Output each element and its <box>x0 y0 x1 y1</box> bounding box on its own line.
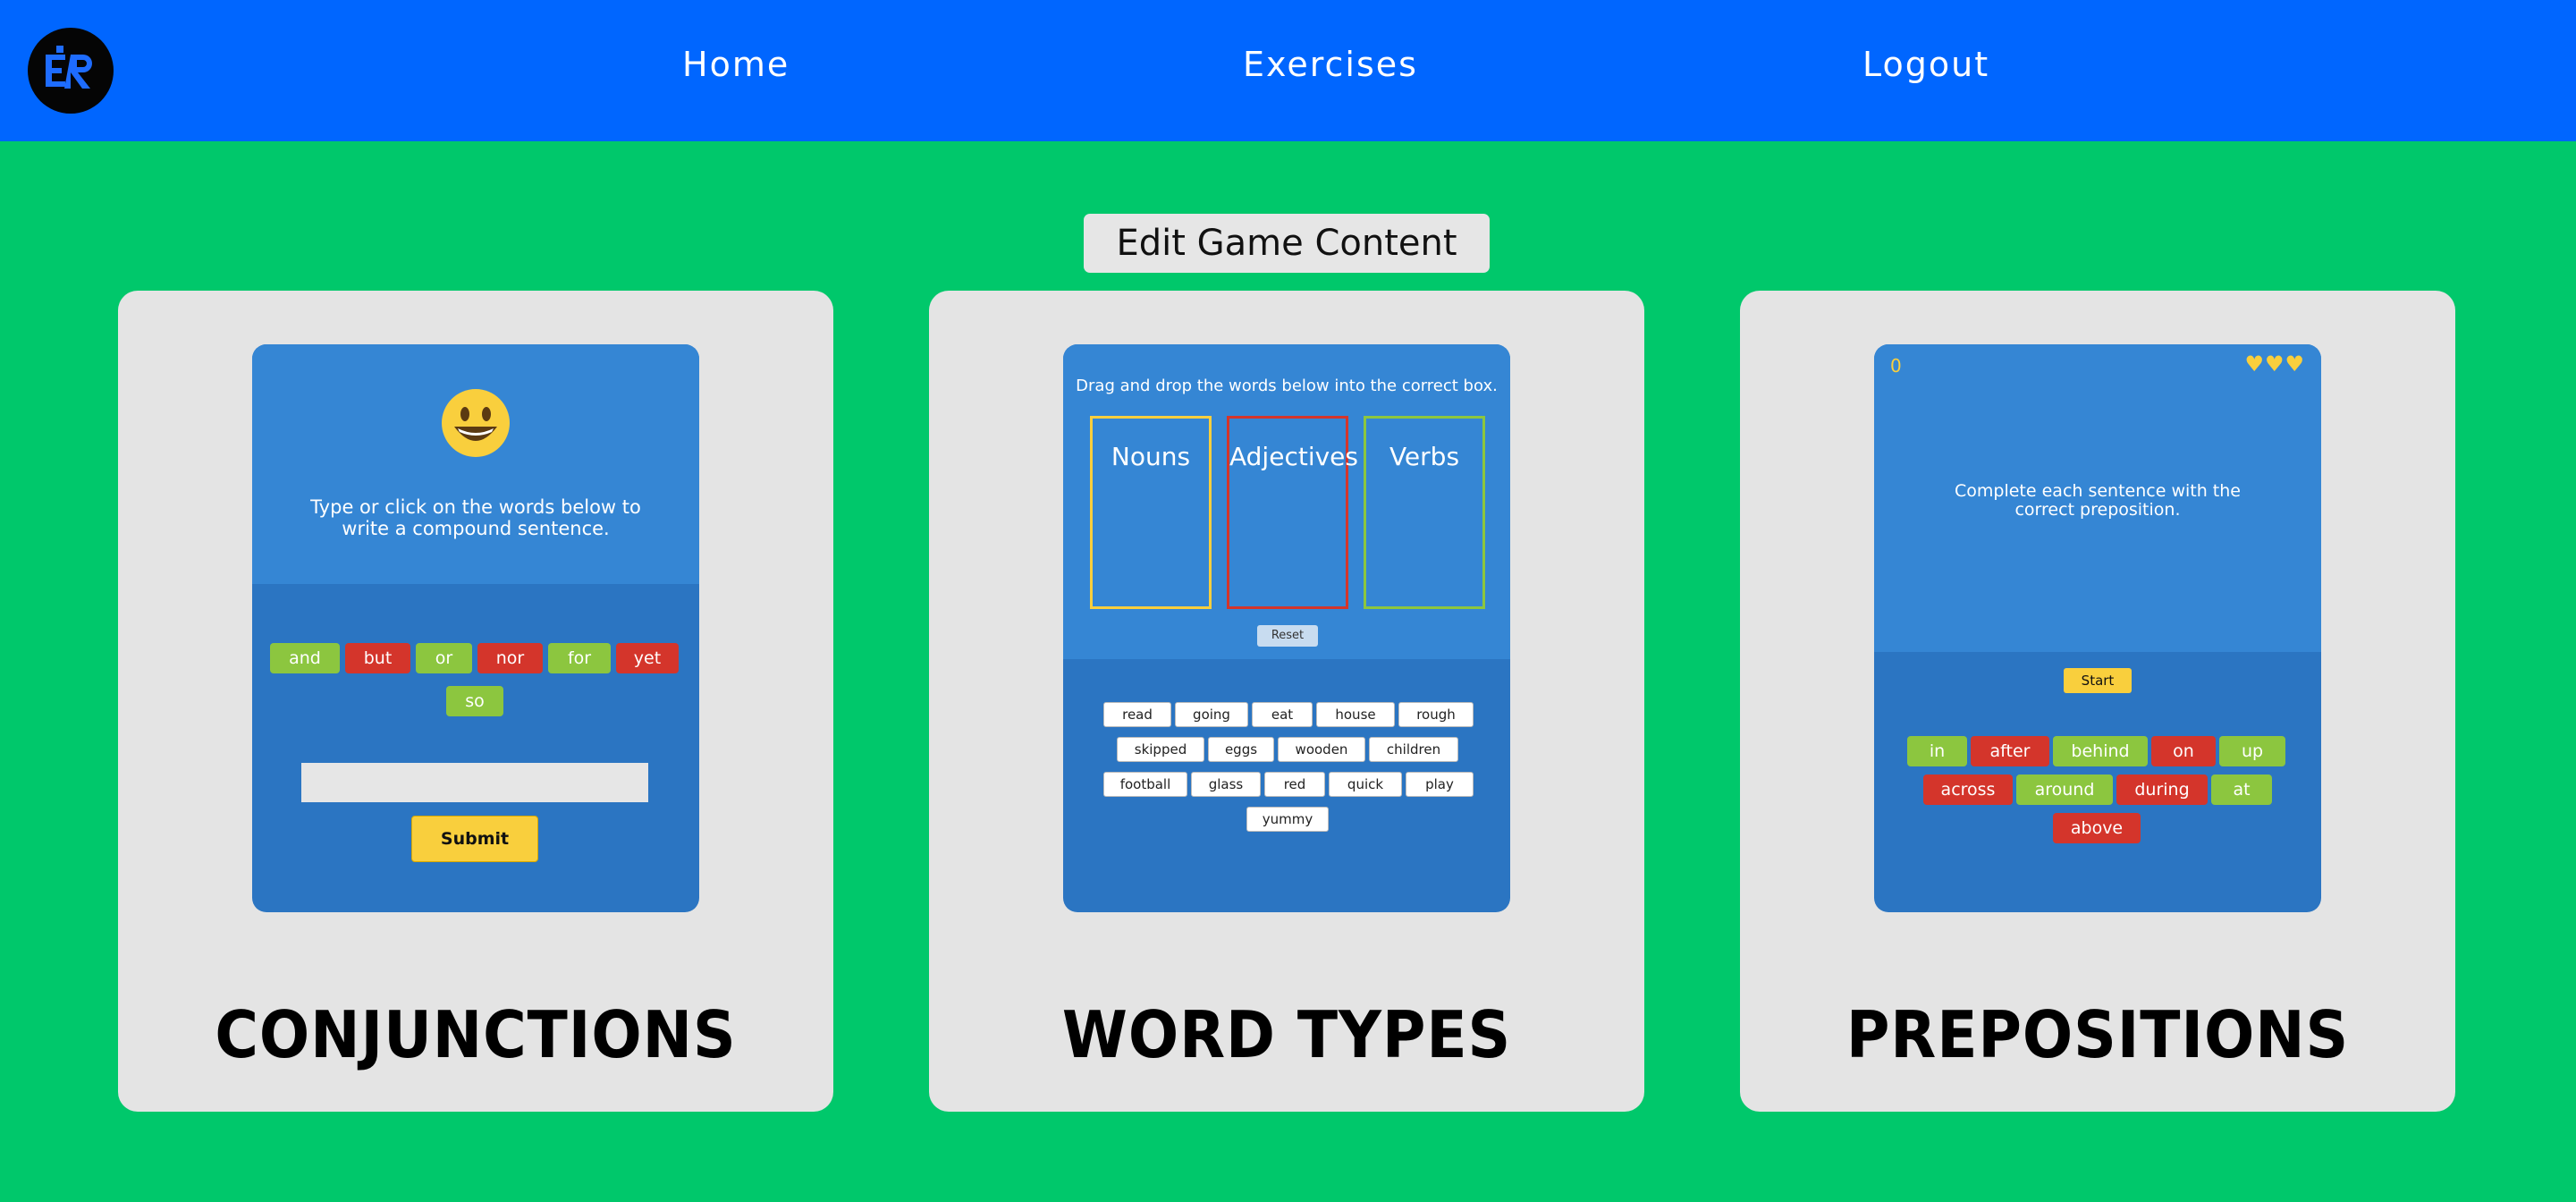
word-types-instruction: Drag and drop the words below into the c… <box>1076 377 1498 395</box>
word-chip[interactable]: glass <box>1191 772 1261 797</box>
nouns-label: Nouns <box>1111 442 1191 471</box>
sentence-input[interactable] <box>301 763 648 802</box>
word-chip[interactable]: going <box>1175 702 1248 727</box>
smiley-emoji-icon <box>440 387 511 459</box>
verbs-label: Verbs <box>1389 442 1460 471</box>
word-above-button[interactable]: above <box>2053 813 2141 843</box>
start-button[interactable]: Start <box>2064 668 2132 693</box>
word-types-title: WORD TYPES <box>1061 997 1512 1072</box>
word-chip[interactable]: children <box>1369 737 1458 762</box>
word-at-button[interactable]: at <box>2211 775 2272 805</box>
word-across-button[interactable]: across <box>1923 775 2013 805</box>
submit-button[interactable]: Submit <box>411 816 538 862</box>
word-chip[interactable]: yummy <box>1246 807 1329 832</box>
word-chip[interactable]: play <box>1406 772 1474 797</box>
score-display: 0 <box>1890 355 1902 377</box>
word-chip[interactable]: eggs <box>1208 737 1274 762</box>
nav-logout-link[interactable]: Logout <box>1862 45 1989 84</box>
word-so-button[interactable]: so <box>446 686 503 716</box>
word-but-button[interactable]: but <box>345 643 410 673</box>
conjunctions-preview: Type or click on the words below to writ… <box>252 344 699 912</box>
word-chip[interactable]: eat <box>1252 702 1313 727</box>
conjunctions-instruction: Type or click on the words below to writ… <box>310 496 641 539</box>
verbs-drop-box[interactable]: Verbs <box>1364 416 1485 609</box>
word-during-button[interactable]: during <box>2116 775 2208 805</box>
word-around-button[interactable]: around <box>2016 775 2113 805</box>
word-after-button[interactable]: after <box>1971 736 2049 766</box>
word-in-button[interactable]: in <box>1907 736 1967 766</box>
word-on-button[interactable]: on <box>2151 736 2216 766</box>
word-nor-button[interactable]: nor <box>477 643 543 673</box>
lives-hearts-icon: ♥♥♥ <box>2244 351 2305 377</box>
word-chip[interactable]: house <box>1316 702 1395 727</box>
edit-game-content-button[interactable]: Edit Game Content <box>1084 214 1490 273</box>
word-or-button[interactable]: or <box>416 643 472 673</box>
prepositions-preview: 0 ♥♥♥ Complete each sentence with the co… <box>1874 344 2321 912</box>
prepositions-preview-header: 0 ♥♥♥ Complete each sentence with the co… <box>1874 344 2321 652</box>
conjunctions-preview-header: Type or click on the words below to writ… <box>252 344 699 584</box>
word-behind-button[interactable]: behind <box>2053 736 2148 766</box>
word-yet-button[interactable]: yet <box>616 643 679 673</box>
conjunctions-title: CONJUNCTIONS <box>215 997 737 1072</box>
site-logo[interactable] <box>28 28 114 114</box>
prepositions-instruction: Complete each sentence with the correct … <box>1955 481 2241 520</box>
word-chip[interactable]: skipped <box>1117 737 1204 762</box>
word-chip[interactable]: rough <box>1398 702 1474 727</box>
word-chip[interactable]: red <box>1264 772 1325 797</box>
top-navbar: Home Exercises Logout <box>0 0 2576 141</box>
adjectives-label: Adjectives <box>1229 442 1358 471</box>
word-types-preview: Drag and drop the words below into the c… <box>1063 344 1510 912</box>
reset-button[interactable]: Reset <box>1257 625 1318 647</box>
word-and-button[interactable]: and <box>270 643 340 673</box>
word-for-button[interactable]: for <box>548 643 611 673</box>
word-types-preview-header: Drag and drop the words below into the c… <box>1063 344 1510 659</box>
word-chip[interactable]: quick <box>1329 772 1402 797</box>
word-chip[interactable]: wooden <box>1278 737 1365 762</box>
nouns-drop-box[interactable]: Nouns <box>1090 416 1212 609</box>
prepositions-title: PREPOSITIONS <box>1845 997 2350 1072</box>
word-chip[interactable]: football <box>1103 772 1187 797</box>
adjectives-drop-box[interactable]: Adjectives <box>1227 416 1358 609</box>
logo-icon <box>46 46 92 89</box>
nav-exercises-link[interactable]: Exercises <box>1243 45 1418 84</box>
nav-home-link[interactable]: Home <box>682 45 790 84</box>
word-chip[interactable]: read <box>1103 702 1171 727</box>
word-up-button[interactable]: up <box>2219 736 2285 766</box>
